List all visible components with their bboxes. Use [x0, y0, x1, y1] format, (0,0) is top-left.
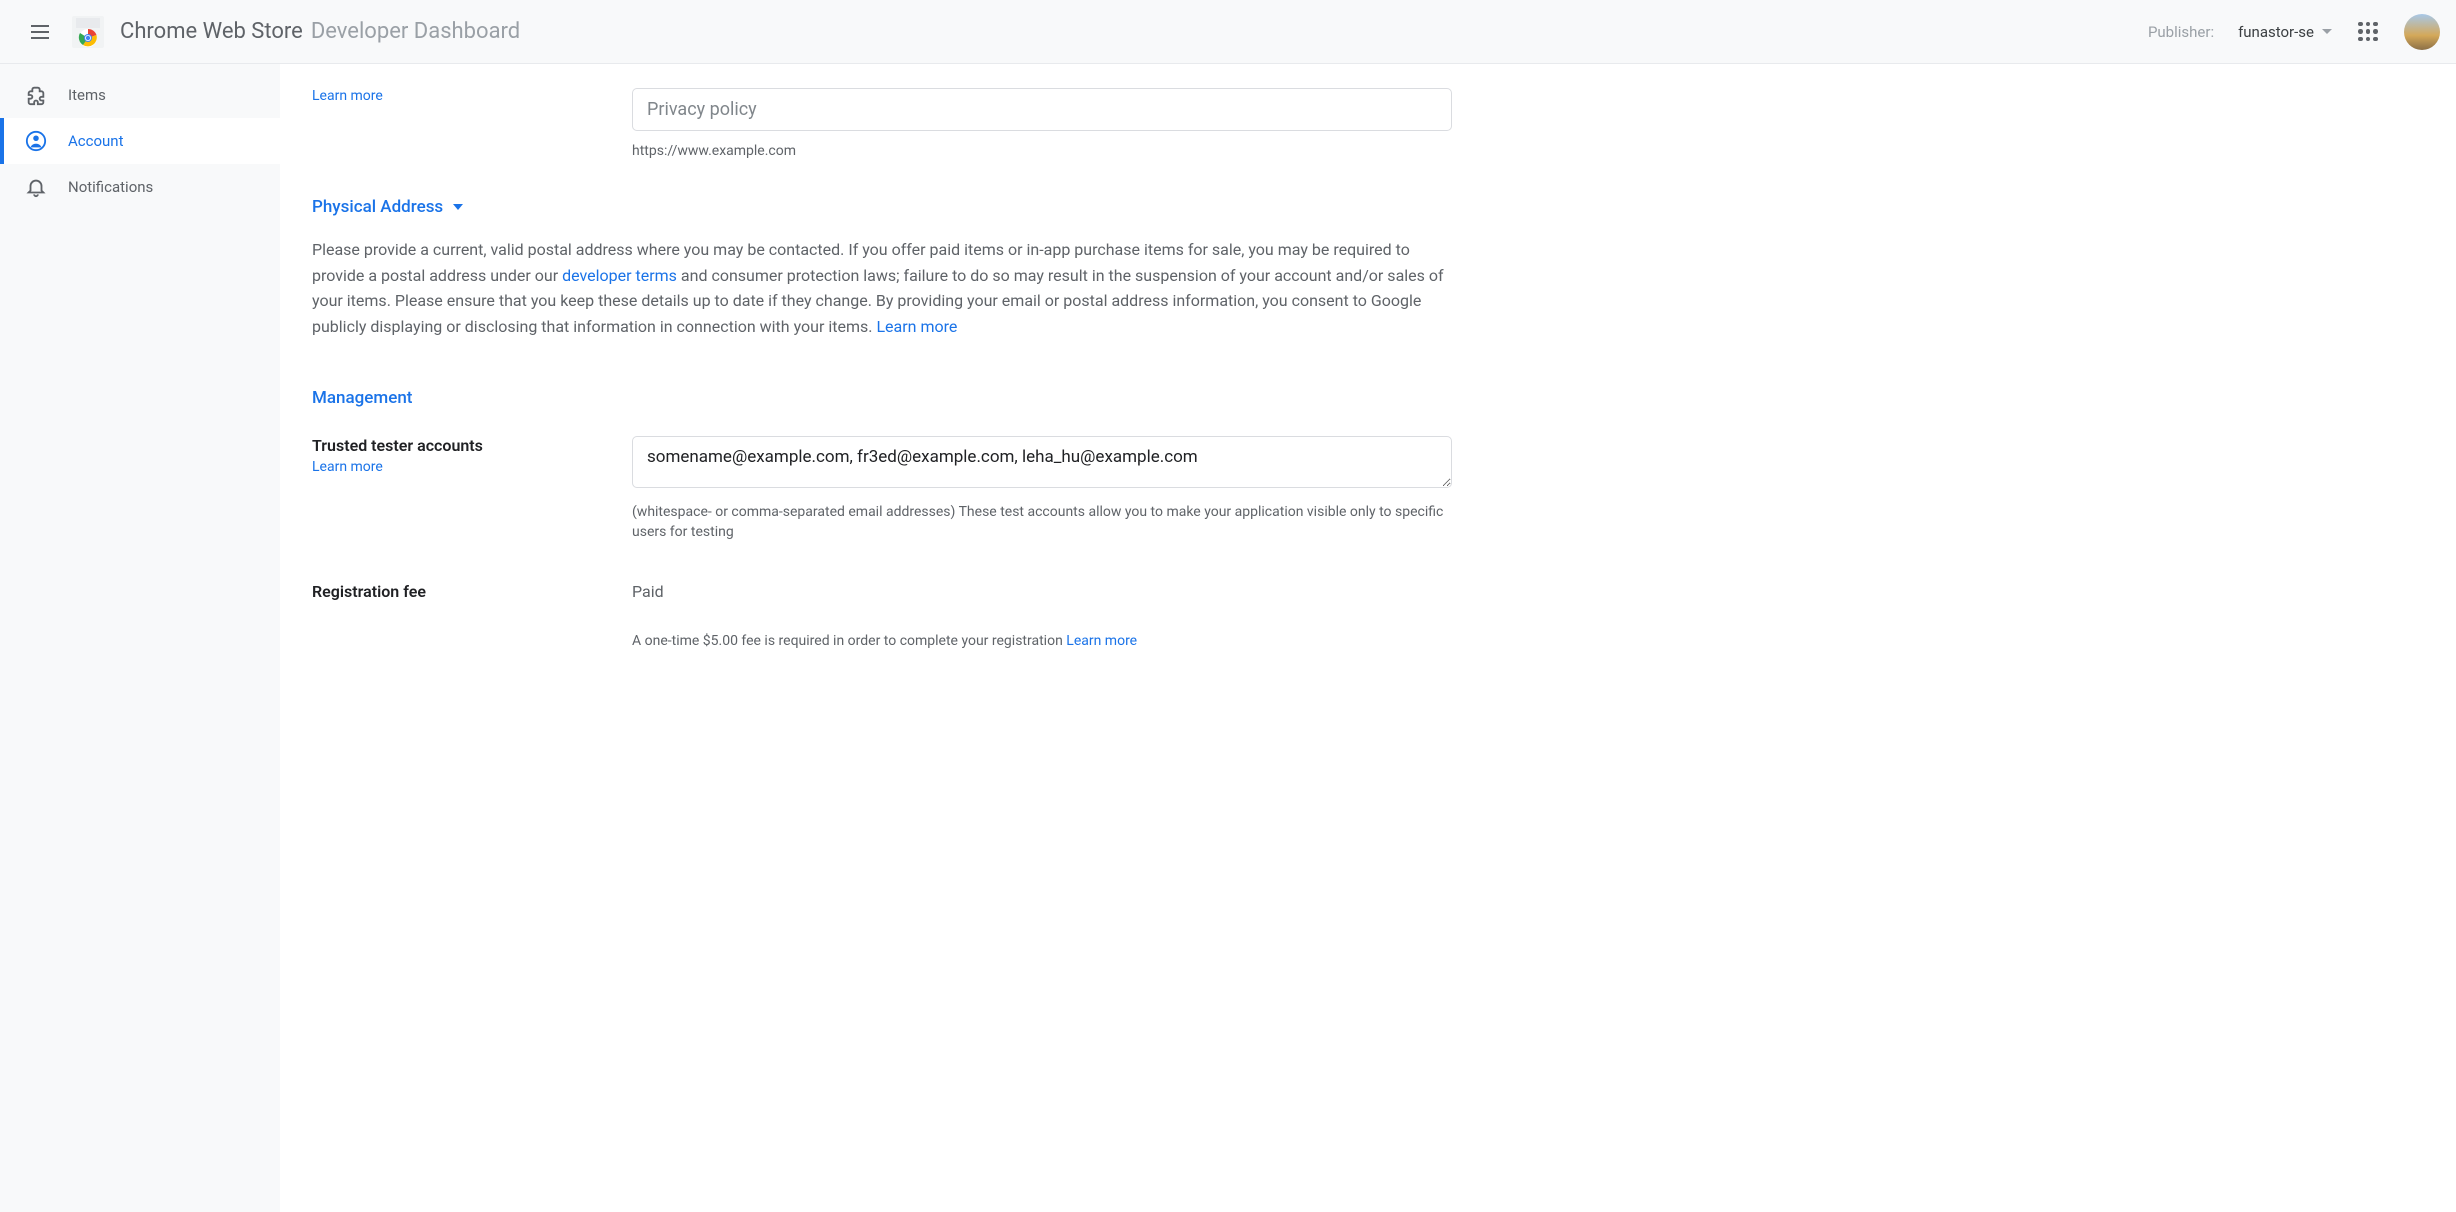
trusted-testers-learn-more-link[interactable]: Learn more: [312, 459, 383, 475]
privacy-policy-row: Learn more https://www.example.com: [312, 88, 1452, 161]
google-apps-button[interactable]: [2356, 20, 2380, 44]
hamburger-icon: [31, 25, 49, 39]
page-title: Chrome Web Store Developer Dashboard: [120, 19, 520, 44]
privacy-learn-more-link[interactable]: Learn more: [312, 88, 383, 104]
sidebar: Items Account Notifications: [0, 64, 280, 1212]
sidebar-item-label: Notifications: [68, 178, 153, 196]
physical-address-description: Please provide a current, valid postal a…: [312, 237, 1452, 339]
publisher-selected: funastor-se: [2238, 23, 2314, 41]
trusted-testers-row: Trusted tester accounts Learn more (whit…: [312, 436, 1452, 543]
physical-address-title: Physical Address: [312, 197, 443, 217]
address-learn-more-link[interactable]: Learn more: [876, 317, 957, 336]
chrome-web-store-logo: [72, 16, 104, 48]
main-content: Learn more https://www.example.com Physi…: [280, 64, 2456, 1212]
registration-fee-note: A one-time $5.00 fee is required in orde…: [632, 633, 1452, 649]
management-heading: Management: [312, 388, 1452, 408]
publisher-dropdown[interactable]: funastor-se: [2238, 23, 2332, 41]
sidebar-item-items[interactable]: Items: [0, 72, 280, 118]
trusted-testers-helper: (whitespace- or comma-separated email ad…: [632, 502, 1452, 543]
header: Chrome Web Store Developer Dashboard Pub…: [0, 0, 2456, 64]
chevron-down-icon: [453, 204, 463, 210]
registration-fee-label: Registration fee: [312, 582, 592, 601]
privacy-policy-helper: https://www.example.com: [632, 141, 1452, 161]
menu-button[interactable]: [16, 8, 64, 56]
developer-terms-link[interactable]: developer terms: [562, 266, 677, 285]
registration-fee-row: Registration fee Paid A one-time $5.00 f…: [312, 582, 1452, 649]
registration-fee-learn-more-link[interactable]: Learn more: [1066, 633, 1137, 649]
account-icon: [24, 129, 48, 153]
sidebar-item-notifications[interactable]: Notifications: [0, 164, 280, 210]
publisher-label: Publisher:: [2148, 23, 2214, 41]
privacy-policy-input[interactable]: [632, 88, 1452, 131]
physical-address-toggle[interactable]: Physical Address: [312, 197, 1452, 217]
sidebar-item-account[interactable]: Account: [0, 118, 280, 164]
title-main: Chrome Web Store: [120, 19, 303, 44]
title-sub: Developer Dashboard: [311, 19, 520, 44]
chevron-down-icon: [2322, 29, 2332, 34]
sidebar-item-label: Items: [68, 86, 106, 104]
trusted-testers-input[interactable]: [632, 436, 1452, 488]
trusted-testers-label: Trusted tester accounts: [312, 436, 592, 455]
avatar[interactable]: [2404, 14, 2440, 50]
registration-fee-value: Paid: [632, 582, 1452, 601]
bell-icon: [24, 175, 48, 199]
extension-icon: [24, 83, 48, 107]
sidebar-item-label: Account: [68, 132, 124, 150]
